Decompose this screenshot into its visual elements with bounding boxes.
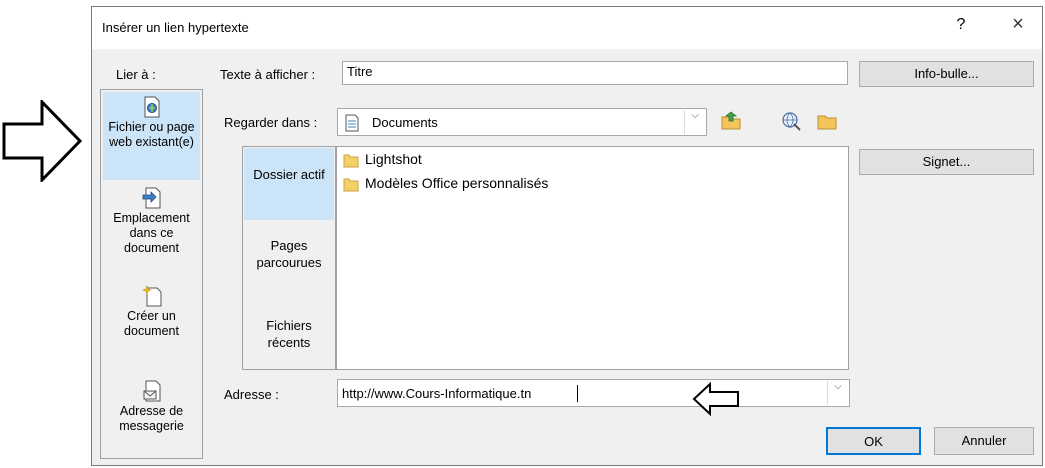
close-button[interactable]: ×	[1004, 13, 1032, 41]
cancel-button[interactable]: Annuler	[934, 427, 1034, 455]
link-to-label: Lier à :	[116, 67, 156, 82]
look-in-label: Regarder dans :	[224, 115, 318, 130]
place-in-document-icon	[142, 187, 160, 209]
address-label: Adresse :	[224, 387, 279, 402]
pointer-arrow-icon	[2, 100, 83, 182]
insert-hyperlink-dialog: Insérer un lien hypertexte ? × Lier à : …	[91, 6, 1043, 466]
places-panel: Dossier actif Pages parcourues Fichiers …	[242, 146, 336, 370]
place-current-folder[interactable]: Dossier actif	[244, 148, 334, 220]
pointer-arrow-left-icon	[692, 381, 739, 417]
ok-button[interactable]: OK	[826, 427, 921, 455]
chevron-down-icon[interactable]: ⌵	[684, 110, 705, 134]
browse-file-icon[interactable]	[816, 110, 838, 132]
display-text-label: Texte à afficher :	[220, 67, 316, 82]
display-text-input[interactable]: Titre	[342, 61, 848, 85]
file-name: Lightshot	[365, 151, 422, 167]
link-to-sidebar: Fichier ou page web existant(e) Emplacem…	[100, 89, 203, 459]
folder-icon	[343, 178, 359, 192]
up-one-folder-icon[interactable]	[720, 110, 742, 132]
sidebar-item-new-document[interactable]: Créer un document	[103, 285, 200, 355]
sidebar-item-email-address[interactable]: Adresse de messagerie	[103, 380, 200, 450]
look-in-dropdown[interactable]: Documents ⌵	[337, 108, 707, 136]
documents-icon	[345, 114, 359, 132]
screentip-button[interactable]: Info-bulle...	[859, 61, 1034, 87]
file-name: Modèles Office personnalisés	[365, 175, 549, 191]
help-button[interactable]: ?	[950, 16, 972, 38]
sidebar-item-existing-file[interactable]: Fichier ou page web existant(e)	[103, 92, 200, 180]
address-value: http://www.Cours-Informatique.tn	[342, 386, 532, 401]
sidebar-item-place-in-document[interactable]: Emplacement dans ce document	[103, 187, 200, 267]
new-document-icon	[141, 285, 161, 307]
place-browsed-pages[interactable]: Pages parcourues	[244, 237, 334, 289]
bookmark-button[interactable]: Signet...	[859, 149, 1034, 175]
text-caret	[577, 385, 578, 402]
folder-icon	[343, 154, 359, 168]
sidebar-item-label: Adresse de messagerie	[119, 404, 184, 433]
file-list: Lightshot Modèles Office personnalisés	[336, 146, 849, 370]
title-bar: Insérer un lien hypertexte ? ×	[92, 7, 1042, 49]
existing-file-icon	[144, 96, 159, 118]
list-item[interactable]: Lightshot	[343, 151, 743, 171]
list-item[interactable]: Modèles Office personnalisés	[343, 175, 743, 195]
address-input[interactable]: http://www.Cours-Informatique.tn ⌵	[337, 379, 850, 407]
chevron-down-icon[interactable]: ⌵	[827, 381, 848, 405]
place-recent-files[interactable]: Fichiers récents	[244, 317, 334, 367]
browse-web-icon[interactable]	[780, 110, 802, 132]
sidebar-item-label: Emplacement dans ce document	[113, 211, 190, 255]
dialog-title: Insérer un lien hypertexte	[102, 20, 249, 35]
look-in-value: Documents	[372, 115, 438, 130]
email-address-icon	[143, 380, 160, 402]
sidebar-item-label: Créer un document	[124, 309, 179, 338]
sidebar-item-label: Fichier ou page web existant(e)	[108, 120, 195, 149]
